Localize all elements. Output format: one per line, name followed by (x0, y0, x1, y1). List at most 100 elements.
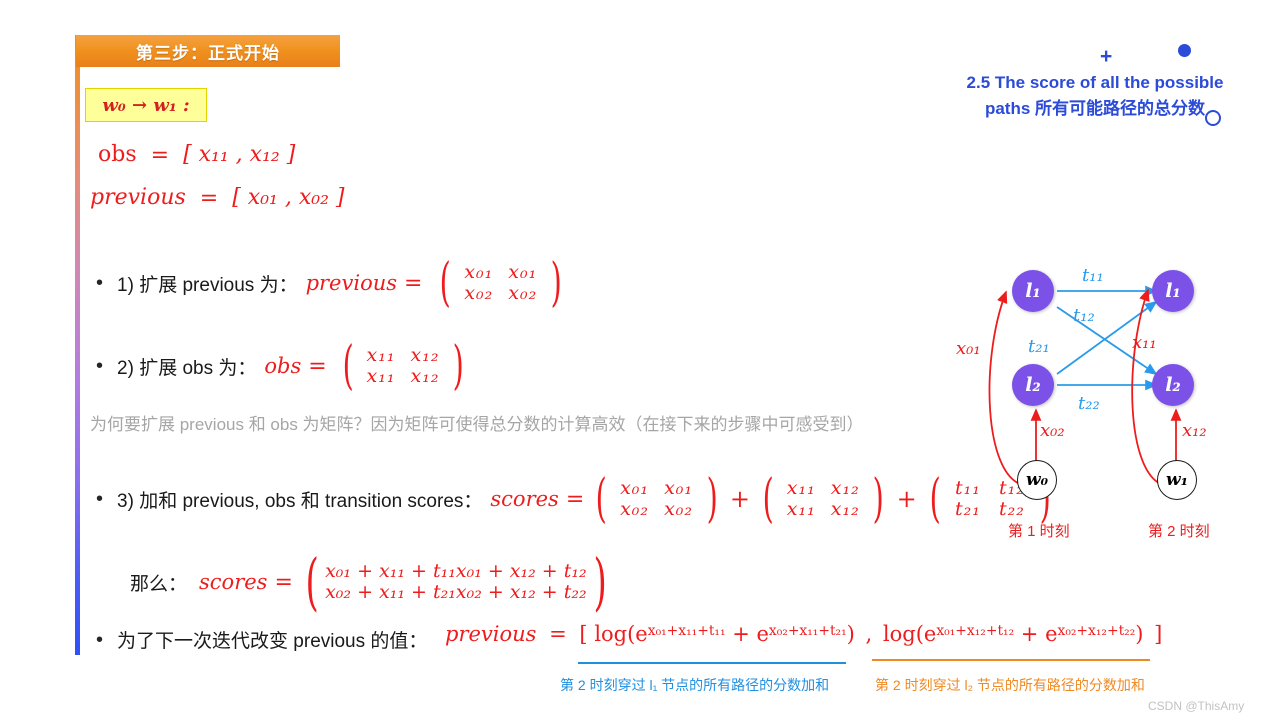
previous-equals-sign: = (199, 185, 219, 211)
filled-dot-marker-icon (1178, 44, 1191, 57)
previous-equation-label: previous (90, 185, 186, 210)
caption-blue: 第 2 时刻穿过 l₁ 节点的所有路径的分数加和 (560, 677, 830, 693)
matrix-cell: x₀₁ (664, 477, 694, 499)
matrix-cell: x₁₂ (830, 477, 860, 499)
matrix-rows: x₁₁ x₁₂ x₁₁ x₁₂ (778, 477, 868, 521)
matrix-cell: x₀₁ (464, 261, 494, 283)
final-formula-equals: = (549, 622, 567, 646)
bullet-3-matrix-b: ( x₁₁ x₁₂ x₁₁ x₁₂ ) (758, 468, 889, 529)
matrix-cell: x₁₁ (786, 477, 816, 499)
final-formula-close-bracket: ] (1154, 622, 1163, 646)
final-formula-comma: , (865, 622, 873, 646)
bullet-3-result-label: scores (490, 487, 559, 512)
final-formula-term2-pre: log(e (882, 622, 937, 646)
result-line-label: scores (199, 570, 268, 595)
matrix-right-paren: ) (452, 335, 464, 396)
label-t22: t₂₂ (1078, 393, 1100, 414)
label-t12: t₁₂ (1073, 305, 1095, 326)
matrix-row: x₁₁ x₁₂ (779, 498, 867, 521)
lattice-diagram: l₁ l₂ l₁ l₂ w₀ w₁ t₁₁ t₁₂ t₂₁ t₂₂ x₀₁ x₀… (956, 250, 1260, 550)
time-label-2: 第 2 时刻 (1148, 523, 1210, 540)
matrix-plus-operator-2: + (896, 485, 917, 514)
bullet-dot-icon: • (96, 272, 104, 295)
matrix-cell: x₁₂ (830, 498, 860, 521)
slide-canvas: 第三步：正式开始 w₀ → w₁ : obs = [ x₁₁ , x₁₂ ] p… (0, 0, 1280, 720)
matrix-left-paren: ( (440, 252, 452, 313)
matrix-right-paren: ) (550, 252, 562, 313)
label-t11: t₁₁ (1082, 265, 1104, 286)
matrix-right-paren: ) (593, 545, 607, 618)
bullet-1-text: 1) 扩展 previous 为： (117, 270, 298, 297)
section-heading-line-1: 2.5 The score of all the possible (966, 73, 1224, 92)
node-t2-l2: l₂ (1152, 364, 1194, 406)
matrix-cell: x₁₁ (366, 344, 396, 366)
bullet-dot-icon: • (96, 488, 104, 511)
underline-blue (578, 662, 846, 664)
final-formula-term2-exp2: x₀₂+x₁₂+t₂₂ (1057, 622, 1136, 639)
matrix-plus-operator-1: + (729, 485, 750, 514)
matrix-cell: x₀₁ + x₁₂ + t₁₂ (455, 559, 587, 582)
result-line: 那么： scores = ( x₀₁ + x₁₁ + t₁₁x₀₁ + x₁₂ … (130, 545, 612, 618)
step-title-banner: 第三步：正式开始 (76, 35, 340, 67)
section-heading-line-2: paths 所有可能路径的总分数 (984, 99, 1206, 119)
matrix-left-paren: ( (305, 545, 319, 618)
final-formula-term1-pre: log(e (594, 622, 648, 646)
node-w1: w₁ (1157, 460, 1197, 500)
diagram-edges (988, 285, 1182, 486)
time-label-1: 第 1 时刻 (1008, 523, 1070, 540)
bullet-2-body: 扩展 obs 为： (139, 357, 257, 379)
matrix-left-paren: ( (929, 468, 941, 529)
bullet-2-text: 2) 扩展 obs 为： (117, 353, 256, 380)
node-w0: w₀ (1017, 460, 1057, 500)
bullet-3-index: 3) (117, 490, 134, 512)
matrix-right-paren: ) (706, 468, 718, 529)
left-gradient-bar (75, 35, 80, 655)
result-line-matrix: ( x₀₁ + x₁₁ + t₁₁x₀₁ + x₁₂ + t₁₂ x₀₂ + x… (300, 545, 612, 618)
bullet-dot-icon: • (96, 628, 104, 651)
matrix-left-paren: ( (342, 335, 354, 396)
matrix-left-paren: ( (762, 468, 774, 529)
label-t21: t₂₁ (1028, 336, 1050, 357)
matrix-cell: x₁₂ (410, 365, 440, 388)
grey-explanation-note: 为何要扩展 previous 和 obs 为矩阵？因为矩阵可使得总分数的计算高效… (90, 415, 864, 434)
matrix-row: x₁₁ x₁₂ (359, 365, 447, 388)
label-x12: x₁₂ (1182, 420, 1207, 441)
previous-equation-vector: [ x₀₁ , x₀₂ ] (232, 185, 345, 210)
final-formula-term1-exp1: x₀₁+x₁₁+t₁₁ (647, 622, 726, 639)
matrix-rows: x₀₁ x₀₁ x₀₂ x₀₂ (456, 261, 546, 305)
matrix-cell: x₀₁ (620, 477, 650, 499)
transition-highlight-text: w₀ → w₁ : (102, 94, 190, 116)
matrix-right-paren: ) (872, 468, 884, 529)
bullet-3-matrix-a: ( x₀₁ x₀₁ x₀₂ x₀₂ ) (591, 468, 722, 529)
matrix-row: x₀₁ + x₁₁ + t₁₁x₀₁ + x₁₂ + t₁₂ (325, 559, 587, 582)
final-formula-open-bracket: [ (579, 622, 588, 646)
final-formula-term2-close: ) (1135, 622, 1144, 646)
bullet-2-equals-sign: = (308, 353, 327, 379)
matrix-row: x₀₂ + x₁₁ + t₂₁x₀₂ + x₁₂ + t₂₂ (325, 581, 587, 604)
matrix-cell: x₀₂ + x₁₁ + t₂₁ (325, 581, 456, 604)
matrix-left-paren: ( (595, 468, 607, 529)
result-line-equals-sign: = (274, 569, 293, 595)
node-t1-l1: l₁ (1012, 270, 1054, 312)
plus-marker-icon: + (1100, 45, 1113, 68)
obs-equation-label: obs (98, 142, 137, 167)
bullet-3-body: 加和 previous, obs 和 transition scores： (139, 490, 483, 512)
bullet-2-result-label: obs (264, 354, 302, 379)
matrix-cell: x₀₂ + x₁₂ + t₂₂ (455, 581, 587, 604)
matrix-row: x₁₁ x₁₂ (359, 344, 447, 366)
matrix-cell: x₀₂ (620, 498, 650, 521)
bullet-3-equals-sign: = (565, 486, 585, 512)
final-formula-term2-mid: + e (1014, 622, 1058, 646)
final-formula-term1-mid: + e (725, 622, 769, 646)
bullet-item-2: • 2) 扩展 obs 为： obs = ( x₁₁ x₁₂ x₁₁ x₁₂ ) (96, 335, 469, 396)
matrix-cell: x₀₁ (508, 261, 538, 283)
bullet-4-text: 为了下一次迭代改变 previous 的值： (117, 631, 428, 652)
bullet-3-text: 3) 加和 previous, obs 和 transition scores： (117, 486, 482, 513)
section-heading: 2.5 The score of all the possible paths … (920, 70, 1270, 123)
matrix-cell: x₀₂ (508, 282, 538, 305)
bullet-1-matrix: ( x₀₁ x₀₁ x₀₂ x₀₂ ) (435, 252, 566, 313)
final-formula-term1-exp2: x₀₂+x₁₁+t₂₁ (768, 622, 847, 639)
matrix-rows: x₁₁ x₁₂ x₁₁ x₁₂ (358, 344, 448, 388)
bullet-2-matrix: ( x₁₁ x₁₂ x₁₁ x₁₂ ) (338, 335, 469, 396)
matrix-rows: x₀₁ x₀₁ x₀₂ x₀₂ (612, 477, 702, 521)
